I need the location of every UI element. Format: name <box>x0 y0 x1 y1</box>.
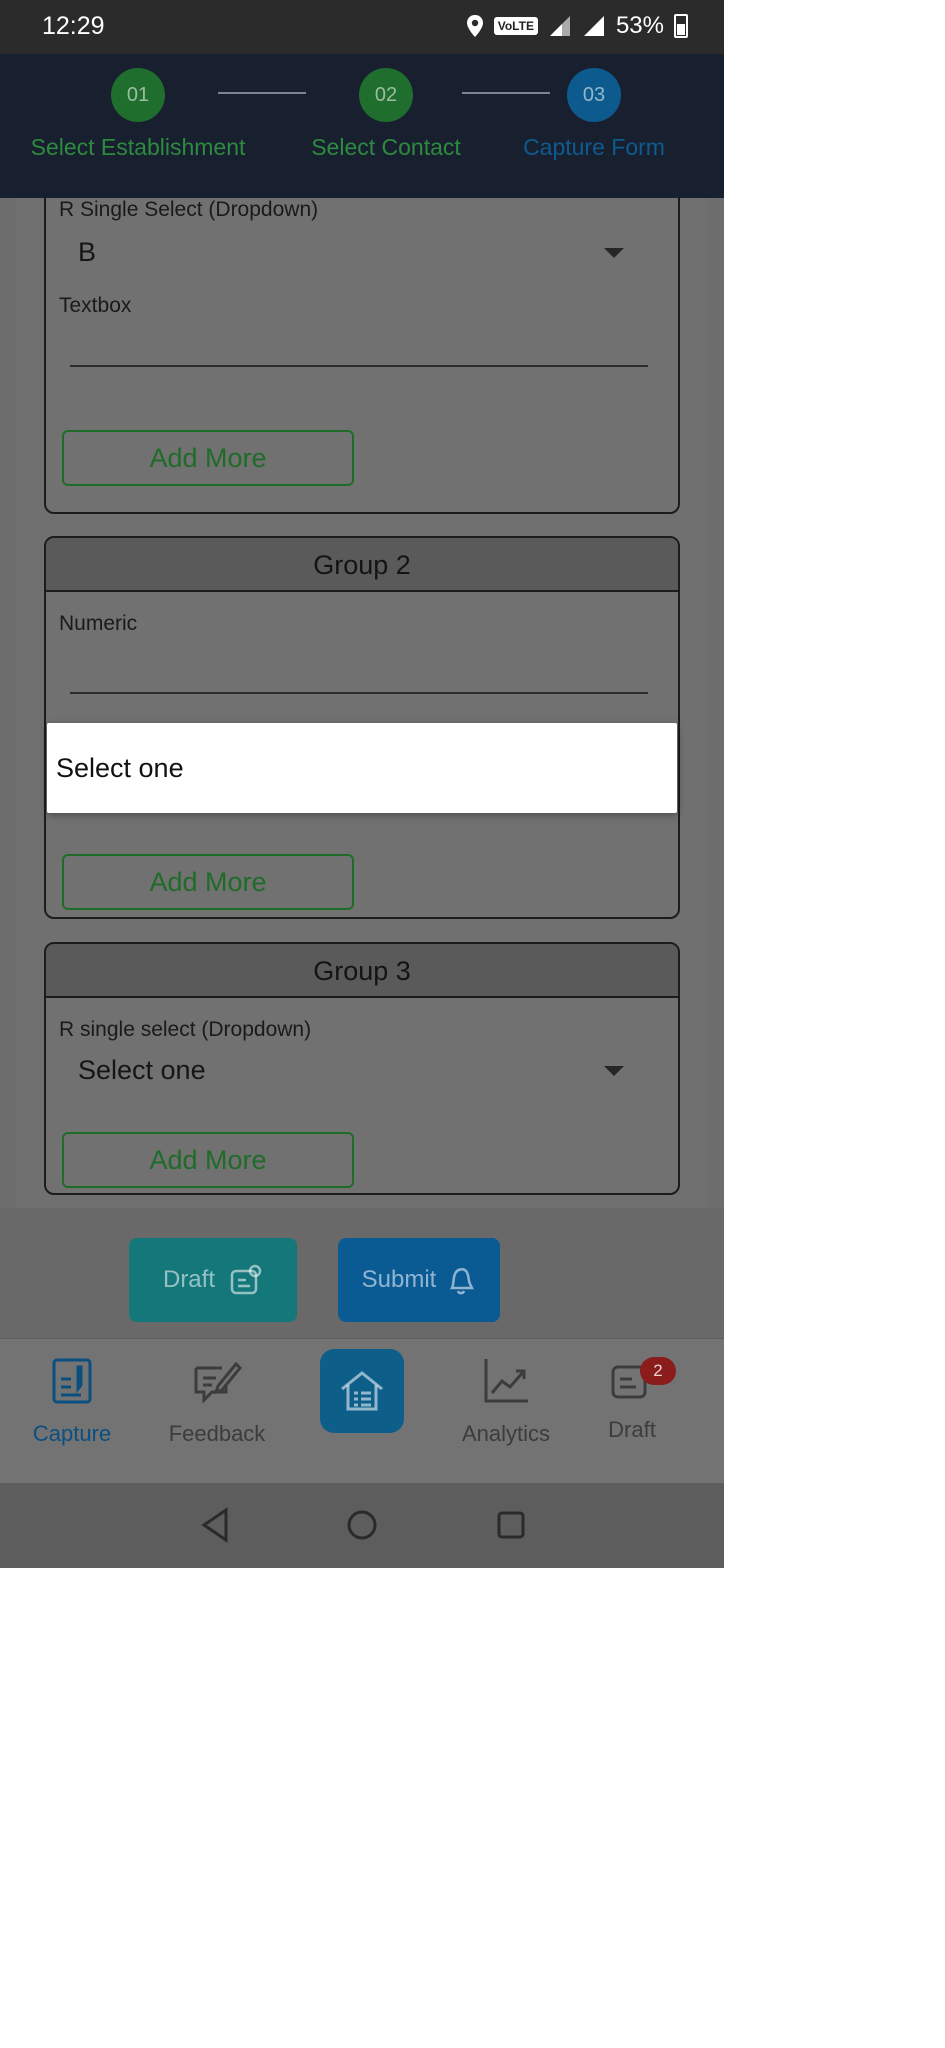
step-label: Capture Form <box>523 134 665 160</box>
status-icons: VoLTE 53% <box>466 12 688 40</box>
group-3-dropdown[interactable]: Select one <box>78 1048 648 1092</box>
add-more-button[interactable]: Add More <box>62 430 354 486</box>
nav-label: Capture <box>32 1421 112 1446</box>
nav-label: Feedback <box>168 1421 266 1446</box>
submit-button[interactable]: Submit <box>338 1238 500 1322</box>
bottom-navigation: Capture Feedback Analytics Draft 2 <box>0 1338 724 1483</box>
battery-icon <box>674 14 688 38</box>
draft-button[interactable]: Draft <box>129 1238 297 1322</box>
volte-badge: VoLTE <box>493 17 538 35</box>
recents-icon[interactable] <box>496 1505 526 1545</box>
nav-label: Analytics <box>461 1421 551 1446</box>
step-number: 01 <box>111 68 165 122</box>
step-label: Select Establishment <box>30 134 246 160</box>
numeric-field[interactable] <box>70 692 648 694</box>
nav-capture[interactable]: Capture <box>7 1353 137 1447</box>
feedback-icon <box>194 1361 242 1404</box>
step-number: 02 <box>359 68 413 122</box>
dropdown-value: Select one <box>78 1055 206 1085</box>
step-number: 03 <box>567 68 621 122</box>
select-popup: Select one <box>47 723 677 813</box>
submit-button-label: Submit <box>361 1266 437 1293</box>
location-icon <box>466 15 483 37</box>
system-navigation-bar <box>0 1483 724 1568</box>
progress-stepper: 01 Select Establishment 02 Select Contac… <box>0 54 724 198</box>
numeric-label: Numeric <box>59 612 138 635</box>
analytics-icon <box>484 1359 528 1403</box>
step-select-establishment[interactable]: 01 Select Establishment <box>8 68 268 161</box>
nav-draft[interactable]: Draft <box>567 1353 697 1443</box>
group-title: Group 3 <box>46 944 678 998</box>
dropdown-value: B <box>78 237 97 267</box>
home-icon <box>341 1371 383 1411</box>
popup-option-select-one[interactable]: Select one <box>56 753 184 784</box>
dropdown-caret-icon <box>604 1066 624 1076</box>
group-1-dropdown[interactable]: B <box>78 230 648 274</box>
action-bar: Draft Submit <box>0 1208 724 1338</box>
status-time: 12:29 <box>42 12 105 40</box>
dropdown-label: R single select (Dropdown) <box>59 1018 312 1041</box>
signal-icon <box>549 16 570 36</box>
nav-feedback[interactable]: Feedback <box>152 1353 282 1447</box>
nav-label: Draft <box>608 1417 656 1442</box>
draft-icon <box>230 1264 262 1295</box>
group-title: Group 2 <box>46 538 678 592</box>
status-bar: 12:29 VoLTE 53% <box>0 0 724 54</box>
bell-icon <box>450 1268 475 1295</box>
textbox-field[interactable] <box>70 365 648 367</box>
signal-full-icon <box>583 16 604 36</box>
dropdown-caret-icon <box>604 248 624 258</box>
add-more-button[interactable]: Add More <box>62 854 354 910</box>
group-3-card: Group 3 R single select (Dropdown) Selec… <box>44 942 680 1195</box>
add-more-button[interactable]: Add More <box>62 1132 354 1188</box>
step-capture-form[interactable]: 03 Capture Form <box>434 68 754 161</box>
battery-percent: 53% <box>615 12 664 39</box>
draft-button-label: Draft <box>162 1266 215 1293</box>
capture-icon <box>52 1358 92 1404</box>
draft-count-badge: 2 <box>640 1357 676 1385</box>
nav-analytics[interactable]: Analytics <box>441 1353 571 1447</box>
textbox-label: Textbox <box>59 294 132 317</box>
back-icon[interactable] <box>200 1505 230 1545</box>
home-button[interactable] <box>320 1349 404 1433</box>
group-1-card: R Single Select (Dropdown) B Textbox Add… <box>44 198 680 514</box>
home-nav-icon[interactable] <box>346 1505 378 1545</box>
dropdown-label: R Single Select (Dropdown) <box>59 198 319 221</box>
